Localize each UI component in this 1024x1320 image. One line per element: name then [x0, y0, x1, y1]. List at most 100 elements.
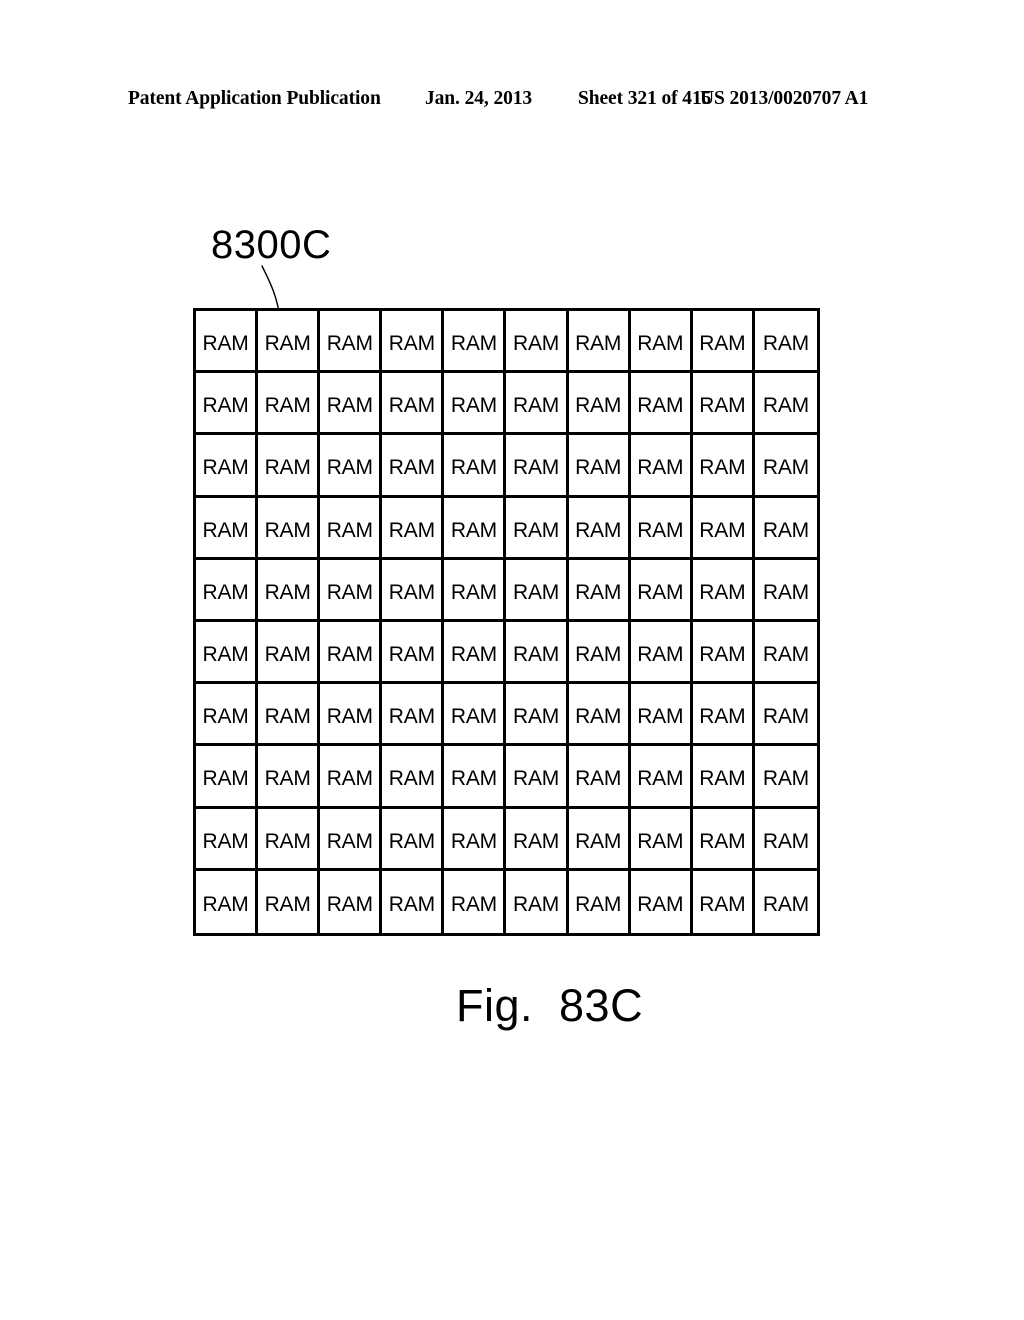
ram-cell: RAM: [196, 622, 259, 685]
ram-cell: RAM: [630, 622, 693, 685]
figure-caption: Fig. 83C: [456, 980, 644, 1031]
ram-cell: RAM: [444, 435, 507, 498]
page-header: Patent Application Publication Jan. 24, …: [0, 88, 1024, 114]
ram-cell: RAM: [692, 684, 755, 747]
ram-cell: RAM: [630, 373, 693, 436]
ram-cell: RAM: [258, 373, 321, 436]
ram-cell: RAM: [258, 808, 321, 871]
ram-cell: RAM: [506, 746, 569, 809]
ram-cell: RAM: [506, 808, 569, 871]
ram-cell: RAM: [630, 435, 693, 498]
ram-cell: RAM: [382, 684, 445, 747]
ram-cell: RAM: [568, 622, 631, 685]
ram-cell: RAM: [320, 435, 383, 498]
ram-cell: RAM: [382, 311, 445, 374]
ram-cell: RAM: [506, 622, 569, 685]
ram-cell: RAM: [692, 808, 755, 871]
ram-cell: RAM: [444, 684, 507, 747]
ram-cell: RAM: [320, 746, 383, 809]
ram-cell: RAM: [692, 435, 755, 498]
ram-cell: RAM: [692, 870, 755, 933]
ram-cell: RAM: [196, 559, 259, 622]
ram-cell: RAM: [258, 497, 321, 560]
ram-cell: RAM: [382, 870, 445, 933]
ram-cell: RAM: [692, 373, 755, 436]
header-date: Jan. 24, 2013: [425, 88, 533, 109]
ram-cell: RAM: [568, 746, 631, 809]
ram-cell: RAM: [444, 497, 507, 560]
ram-cell: RAM: [444, 870, 507, 933]
ram-cell: RAM: [568, 870, 631, 933]
ram-cell: RAM: [568, 808, 631, 871]
ram-cell: RAM: [754, 808, 817, 871]
ram-cell: RAM: [444, 311, 507, 374]
ram-cell: RAM: [258, 622, 321, 685]
ram-cell: RAM: [196, 497, 259, 560]
ram-cell: RAM: [196, 746, 259, 809]
ram-cell: RAM: [196, 435, 259, 498]
ram-cell: RAM: [630, 559, 693, 622]
ram-cell: RAM: [506, 559, 569, 622]
ram-cell: RAM: [568, 497, 631, 560]
ram-cell: RAM: [320, 311, 383, 374]
header-sheet-number: Sheet 321 of 415: [578, 88, 712, 109]
ram-cell: RAM: [258, 746, 321, 809]
ram-cell: RAM: [196, 684, 259, 747]
ram-cell: RAM: [630, 746, 693, 809]
ram-cell: RAM: [444, 746, 507, 809]
ram-cell: RAM: [692, 311, 755, 374]
header-patent-number: US 2013/0020707 A1: [700, 88, 869, 109]
ram-cell: RAM: [568, 684, 631, 747]
ram-cell: RAM: [320, 870, 383, 933]
ram-cell: RAM: [568, 435, 631, 498]
ram-cell: RAM: [444, 622, 507, 685]
ram-cell: RAM: [754, 746, 817, 809]
ram-cell: RAM: [692, 559, 755, 622]
ram-cell: RAM: [320, 622, 383, 685]
ram-cell: RAM: [692, 622, 755, 685]
ram-cell: RAM: [568, 373, 631, 436]
ram-cell: RAM: [382, 746, 445, 809]
ram-cell: RAM: [692, 497, 755, 560]
ram-cell: RAM: [568, 311, 631, 374]
ram-cell: RAM: [320, 373, 383, 436]
ram-cell: RAM: [506, 311, 569, 374]
ram-cell: RAM: [754, 311, 817, 374]
ram-cell: RAM: [444, 373, 507, 436]
ram-cell: RAM: [754, 684, 817, 747]
ram-cell: RAM: [382, 622, 445, 685]
ram-cell: RAM: [320, 684, 383, 747]
ram-cell: RAM: [630, 497, 693, 560]
ram-cell: RAM: [382, 559, 445, 622]
ram-cell: RAM: [382, 497, 445, 560]
ram-cell: RAM: [754, 497, 817, 560]
ram-array-grid: RAM RAM RAM RAM RAM RAM RAM RAM RAM RAM RAM RAM RAM R…: [193, 308, 820, 936]
ram-cell: RAM: [506, 684, 569, 747]
ram-cell: RAM: [258, 684, 321, 747]
ram-cell: RAM: [754, 622, 817, 685]
ram-cell: RAM: [754, 435, 817, 498]
header-publication-label: Patent Application Publication: [128, 88, 381, 109]
ram-cell: RAM: [754, 373, 817, 436]
ram-cell: RAM: [506, 870, 569, 933]
ram-cell: RAM: [258, 870, 321, 933]
ram-cell: RAM: [382, 373, 445, 436]
ram-cell: RAM: [196, 870, 259, 933]
ram-cell: RAM: [196, 808, 259, 871]
ram-cell: RAM: [568, 559, 631, 622]
ram-cell: RAM: [630, 808, 693, 871]
ram-cell: RAM: [506, 435, 569, 498]
ram-cell: RAM: [444, 559, 507, 622]
ram-cell: RAM: [630, 684, 693, 747]
ram-cell: RAM: [630, 311, 693, 374]
ram-cell: RAM: [258, 311, 321, 374]
ram-cell: RAM: [754, 870, 817, 933]
ram-cell: RAM: [630, 870, 693, 933]
ram-cell: RAM: [196, 373, 259, 436]
ram-cell: RAM: [692, 746, 755, 809]
ram-cell: RAM: [320, 559, 383, 622]
ram-cell: RAM: [320, 808, 383, 871]
ram-cell: RAM: [320, 497, 383, 560]
ram-cell: RAM: [196, 311, 259, 374]
ram-cell: RAM: [506, 497, 569, 560]
